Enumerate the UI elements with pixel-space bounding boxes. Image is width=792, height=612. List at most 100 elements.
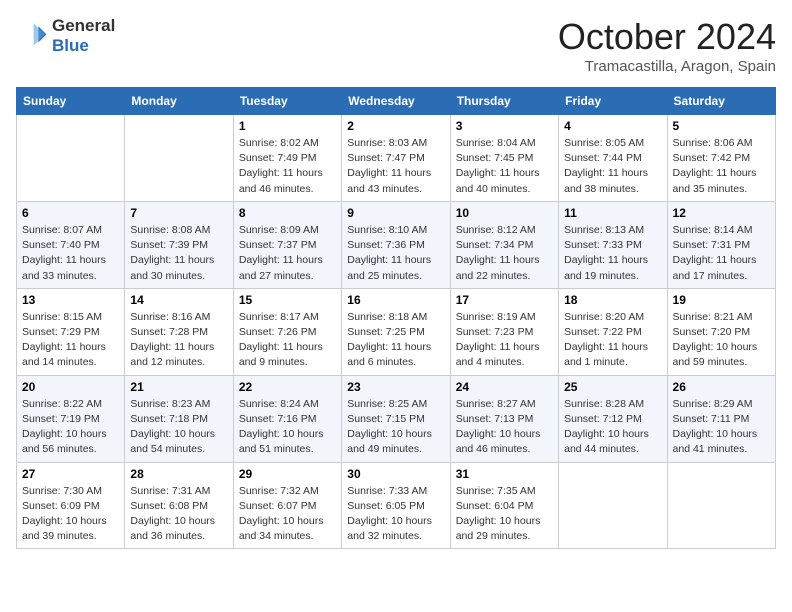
calendar-cell: 6 Sunrise: 8:07 AM Sunset: 7:40 PM Daylig… (17, 201, 125, 288)
day-info: Sunrise: 8:02 AM Sunset: 7:49 PM Dayligh… (239, 136, 336, 197)
calendar-week-row: 20 Sunrise: 8:22 AM Sunset: 7:19 PM Dayli… (17, 375, 776, 462)
calendar-cell: 1 Sunrise: 8:02 AM Sunset: 7:49 PM Daylig… (233, 115, 341, 202)
day-number: 28 (130, 467, 227, 481)
day-info: Sunrise: 8:21 AM Sunset: 7:20 PM Dayligh… (673, 310, 770, 371)
day-number: 30 (347, 467, 444, 481)
page-header: General Blue October 2024 Tramacastilla,… (16, 16, 776, 75)
logo: General Blue (16, 16, 115, 57)
calendar-table: SundayMondayTuesdayWednesdayThursdayFrid… (16, 87, 776, 549)
day-number: 16 (347, 293, 444, 307)
day-number: 2 (347, 119, 444, 133)
day-info: Sunrise: 7:35 AM Sunset: 6:04 PM Dayligh… (456, 484, 553, 545)
day-info: Sunrise: 8:17 AM Sunset: 7:26 PM Dayligh… (239, 310, 336, 371)
day-number: 10 (456, 206, 553, 220)
day-info: Sunrise: 8:16 AM Sunset: 7:28 PM Dayligh… (130, 310, 227, 371)
calendar-cell: 24 Sunrise: 8:27 AM Sunset: 7:13 PM Dayli… (450, 375, 558, 462)
calendar-week-row: 1 Sunrise: 8:02 AM Sunset: 7:49 PM Daylig… (17, 115, 776, 202)
calendar-cell: 22Sunrise: 8:24 AM Sunset: 7:16 PM Dayli… (233, 375, 341, 462)
day-info: Sunrise: 7:32 AM Sunset: 6:07 PM Dayligh… (239, 484, 336, 545)
day-info: Sunrise: 8:14 AM Sunset: 7:31 PM Dayligh… (673, 223, 770, 284)
day-info: Sunrise: 8:07 AM Sunset: 7:40 PM Dayligh… (22, 223, 119, 284)
calendar-week-row: 27 Sunrise: 7:30 AM Sunset: 6:09 PM Dayli… (17, 462, 776, 549)
day-info: Sunrise: 8:20 AM Sunset: 7:22 PM Dayligh… (564, 310, 661, 371)
day-info: Sunrise: 8:25 AM Sunset: 7:15 PM Dayligh… (347, 397, 444, 458)
calendar-cell: 13 Sunrise: 8:15 AM Sunset: 7:29 PM Dayli… (17, 288, 125, 375)
day-number: 9 (347, 206, 444, 220)
day-number: 6 (22, 206, 119, 220)
day-info: Sunrise: 8:03 AM Sunset: 7:47 PM Dayligh… (347, 136, 444, 197)
day-number: 1 (239, 119, 336, 133)
day-info: Sunrise: 8:28 AM Sunset: 7:12 PM Dayligh… (564, 397, 661, 458)
day-number: 24 (456, 380, 553, 394)
day-number: 4 (564, 119, 661, 133)
calendar-cell: 23 Sunrise: 8:25 AM Sunset: 7:15 PM Dayli… (342, 375, 450, 462)
day-number: 13 (22, 293, 119, 307)
day-number: 22 (239, 380, 336, 394)
day-number: 7 (130, 206, 227, 220)
calendar-cell: 31 Sunrise: 7:35 AM Sunset: 6:04 PM Dayli… (450, 462, 558, 549)
logo-icon (16, 20, 48, 52)
day-info: Sunrise: 8:23 AM Sunset: 7:18 PM Dayligh… (130, 397, 227, 458)
day-info: Sunrise: 8:22 AM Sunset: 7:19 PM Dayligh… (22, 397, 119, 458)
calendar-cell (17, 115, 125, 202)
weekday-header: Saturday (667, 88, 775, 115)
calendar-week-row: 13 Sunrise: 8:15 AM Sunset: 7:29 PM Dayli… (17, 288, 776, 375)
day-info: Sunrise: 7:30 AM Sunset: 6:09 PM Dayligh… (22, 484, 119, 545)
day-number: 14 (130, 293, 227, 307)
weekday-header: Wednesday (342, 88, 450, 115)
weekday-header: Tuesday (233, 88, 341, 115)
calendar-cell: 2 Sunrise: 8:03 AM Sunset: 7:47 PM Daylig… (342, 115, 450, 202)
weekday-header: Thursday (450, 88, 558, 115)
calendar-cell: 10 Sunrise: 8:12 AM Sunset: 7:34 PM Dayli… (450, 201, 558, 288)
day-info: Sunrise: 8:15 AM Sunset: 7:29 PM Dayligh… (22, 310, 119, 371)
day-info: Sunrise: 8:05 AM Sunset: 7:44 PM Dayligh… (564, 136, 661, 197)
calendar-cell (125, 115, 233, 202)
day-number: 11 (564, 206, 661, 220)
calendar-cell: 28 Sunrise: 7:31 AM Sunset: 6:08 PM Dayli… (125, 462, 233, 549)
day-number: 5 (673, 119, 770, 133)
day-number: 29 (239, 467, 336, 481)
calendar-cell: 5Sunrise: 8:06 AM Sunset: 7:42 PM Daylig… (667, 115, 775, 202)
weekday-header: Monday (125, 88, 233, 115)
day-info: Sunrise: 8:09 AM Sunset: 7:37 PM Dayligh… (239, 223, 336, 284)
calendar-cell: 17 Sunrise: 8:19 AM Sunset: 7:23 PM Dayli… (450, 288, 558, 375)
day-number: 19 (673, 293, 770, 307)
day-info: Sunrise: 7:31 AM Sunset: 6:08 PM Dayligh… (130, 484, 227, 545)
calendar-cell: 18 Sunrise: 8:20 AM Sunset: 7:22 PM Dayli… (559, 288, 667, 375)
calendar-cell: 16Sunrise: 8:18 AM Sunset: 7:25 PM Dayli… (342, 288, 450, 375)
title-block: October 2024 Tramacastilla, Aragon, Spai… (558, 16, 776, 75)
month-title: October 2024 (558, 16, 776, 58)
day-number: 18 (564, 293, 661, 307)
day-number: 31 (456, 467, 553, 481)
day-number: 20 (22, 380, 119, 394)
location-subtitle: Tramacastilla, Aragon, Spain (558, 58, 776, 75)
day-info: Sunrise: 8:19 AM Sunset: 7:23 PM Dayligh… (456, 310, 553, 371)
day-info: Sunrise: 8:04 AM Sunset: 7:45 PM Dayligh… (456, 136, 553, 197)
day-info: Sunrise: 8:12 AM Sunset: 7:34 PM Dayligh… (456, 223, 553, 284)
calendar-cell: 29 Sunrise: 7:32 AM Sunset: 6:07 PM Dayli… (233, 462, 341, 549)
day-number: 3 (456, 119, 553, 133)
calendar-cell: 15Sunrise: 8:17 AM Sunset: 7:26 PM Dayli… (233, 288, 341, 375)
calendar-cell: 30Sunrise: 7:33 AM Sunset: 6:05 PM Dayli… (342, 462, 450, 549)
weekday-header: Sunday (17, 88, 125, 115)
day-info: Sunrise: 8:13 AM Sunset: 7:33 PM Dayligh… (564, 223, 661, 284)
calendar-cell: 19 Sunrise: 8:21 AM Sunset: 7:20 PM Dayli… (667, 288, 775, 375)
day-number: 27 (22, 467, 119, 481)
calendar-cell (667, 462, 775, 549)
calendar-cell: 8Sunrise: 8:09 AM Sunset: 7:37 PM Daylig… (233, 201, 341, 288)
day-info: Sunrise: 8:27 AM Sunset: 7:13 PM Dayligh… (456, 397, 553, 458)
calendar-cell: 11 Sunrise: 8:13 AM Sunset: 7:33 PM Dayli… (559, 201, 667, 288)
day-number: 12 (673, 206, 770, 220)
day-info: Sunrise: 8:08 AM Sunset: 7:39 PM Dayligh… (130, 223, 227, 284)
day-number: 17 (456, 293, 553, 307)
calendar-cell: 7 Sunrise: 8:08 AM Sunset: 7:39 PM Daylig… (125, 201, 233, 288)
day-number: 23 (347, 380, 444, 394)
calendar-cell: 3 Sunrise: 8:04 AM Sunset: 7:45 PM Daylig… (450, 115, 558, 202)
calendar-cell: 4 Sunrise: 8:05 AM Sunset: 7:44 PM Daylig… (559, 115, 667, 202)
logo-line1: General (52, 16, 115, 36)
calendar-cell (559, 462, 667, 549)
calendar-cell: 12 Sunrise: 8:14 AM Sunset: 7:31 PM Dayli… (667, 201, 775, 288)
calendar-cell: 25Sunrise: 8:28 AM Sunset: 7:12 PM Dayli… (559, 375, 667, 462)
day-number: 26 (673, 380, 770, 394)
calendar-cell: 26Sunrise: 8:29 AM Sunset: 7:11 PM Dayli… (667, 375, 775, 462)
